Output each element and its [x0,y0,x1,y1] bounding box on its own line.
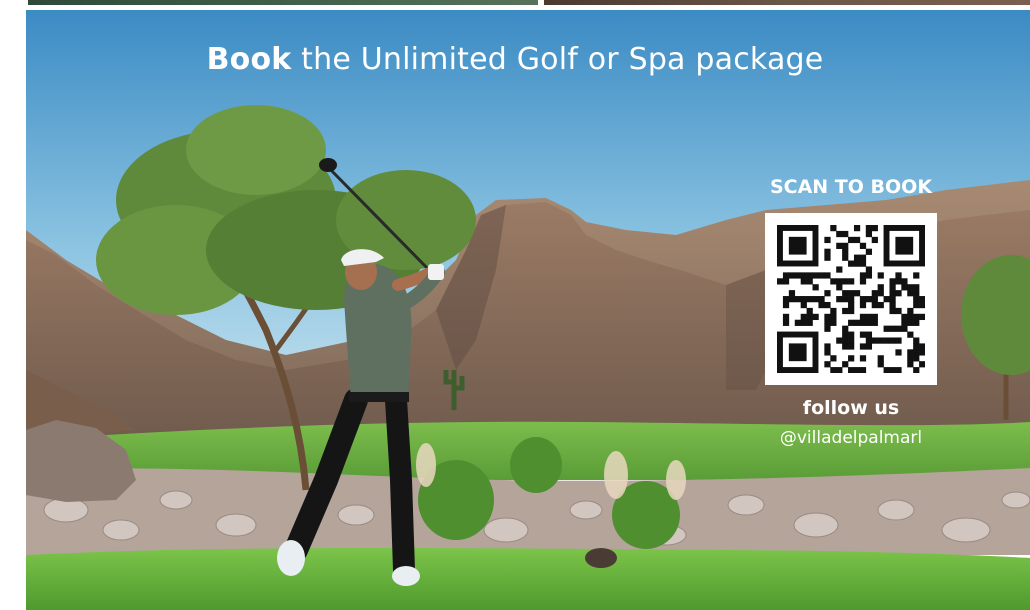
headline-text: the Unlimited Golf or Spa package [291,42,824,77]
previous-photo-edge-left [28,0,538,5]
follow-us-label: follow us [802,397,900,419]
social-handle[interactable]: @villadelpalmarl [740,428,962,448]
qr-code-box[interactable] [765,213,937,385]
tee-box [26,547,1030,610]
previous-photo-edge-right [544,0,1030,5]
page-title: Book the Unlimited Golf or Spa package [0,42,1030,77]
page-margin [0,0,26,610]
scan-to-book-label: SCAN TO BOOK [769,176,933,198]
qr-code-icon [777,225,925,373]
tee-marker [585,548,617,568]
headline-bold: Book [206,42,292,77]
